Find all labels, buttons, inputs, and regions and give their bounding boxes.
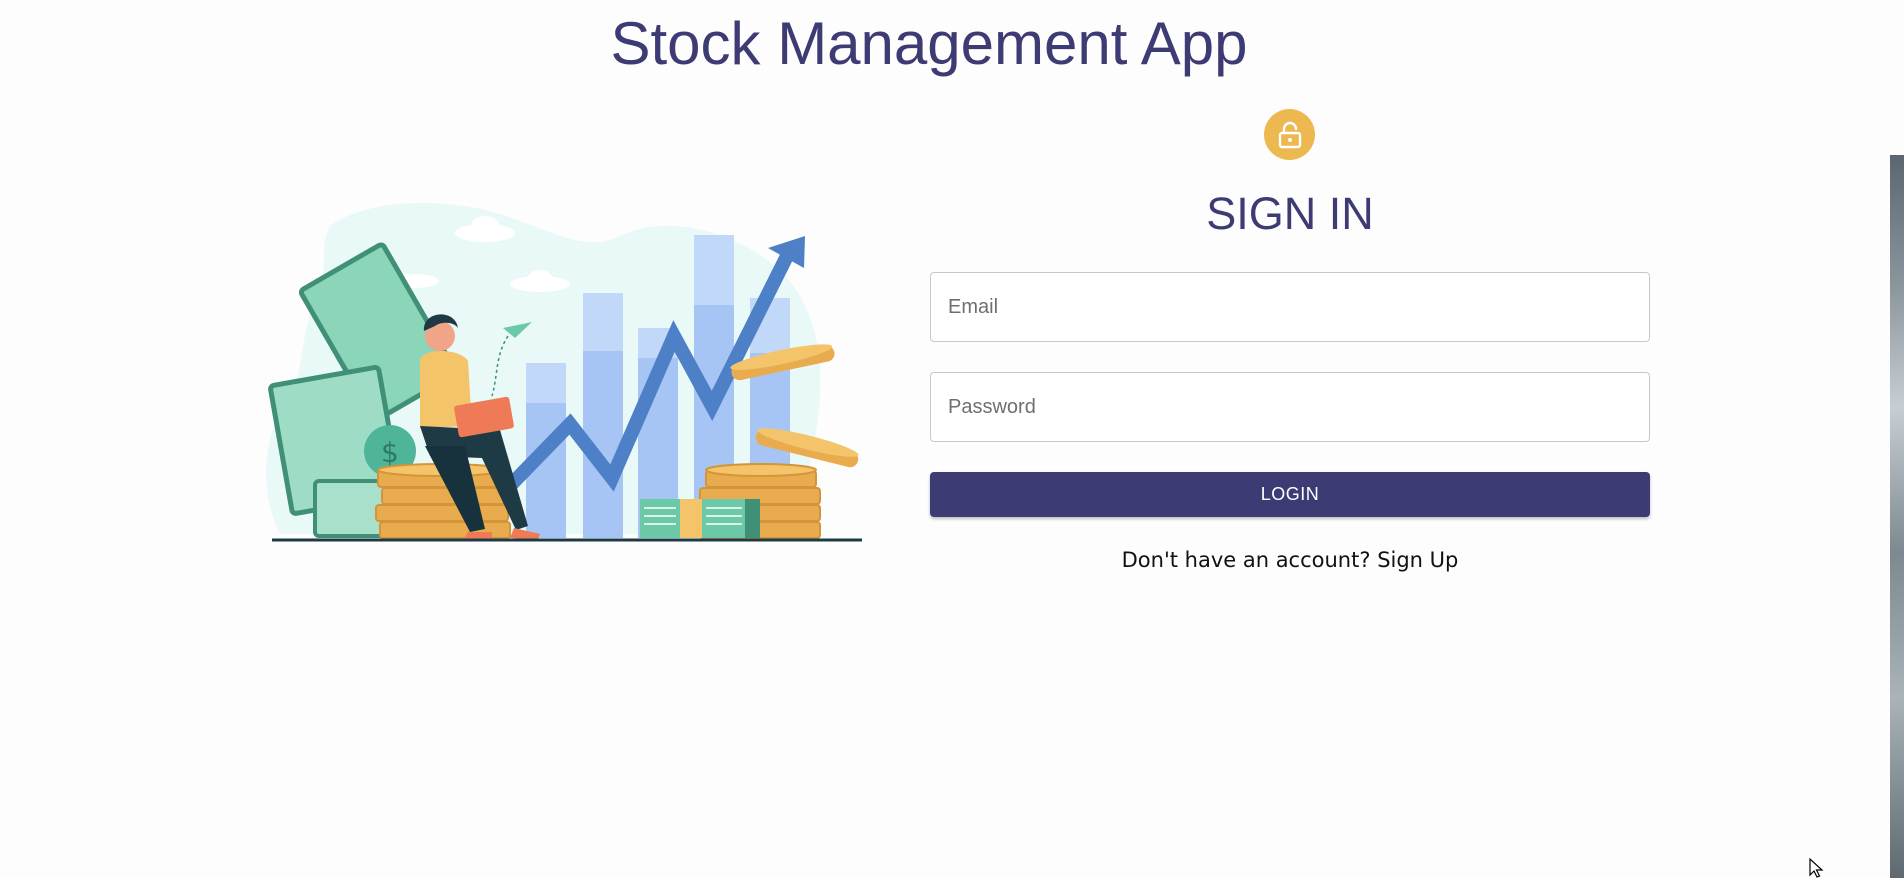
signup-prompt-text: Don't have an account? [1121, 548, 1371, 572]
app-title: Stock Management App [610, 10, 1248, 77]
signup-prompt-line: Don't have an account? Sign Up [930, 548, 1650, 572]
background-window-edge [1890, 155, 1904, 878]
email-field[interactable] [930, 272, 1650, 342]
mouse-pointer-icon [1809, 858, 1824, 878]
lock-open-icon [1264, 109, 1315, 160]
stock-growth-illustration: $ [266, 202, 862, 542]
login-page: Stock Management App $ SIGN IN Email LOG… [0, 0, 1904, 878]
signup-link[interactable]: Sign Up [1377, 548, 1458, 572]
svg-text:$: $ [381, 436, 399, 469]
sign-in-heading: SIGN IN [1206, 188, 1374, 239]
login-button[interactable]: LOGIN [930, 472, 1650, 517]
password-field[interactable] [930, 372, 1650, 442]
